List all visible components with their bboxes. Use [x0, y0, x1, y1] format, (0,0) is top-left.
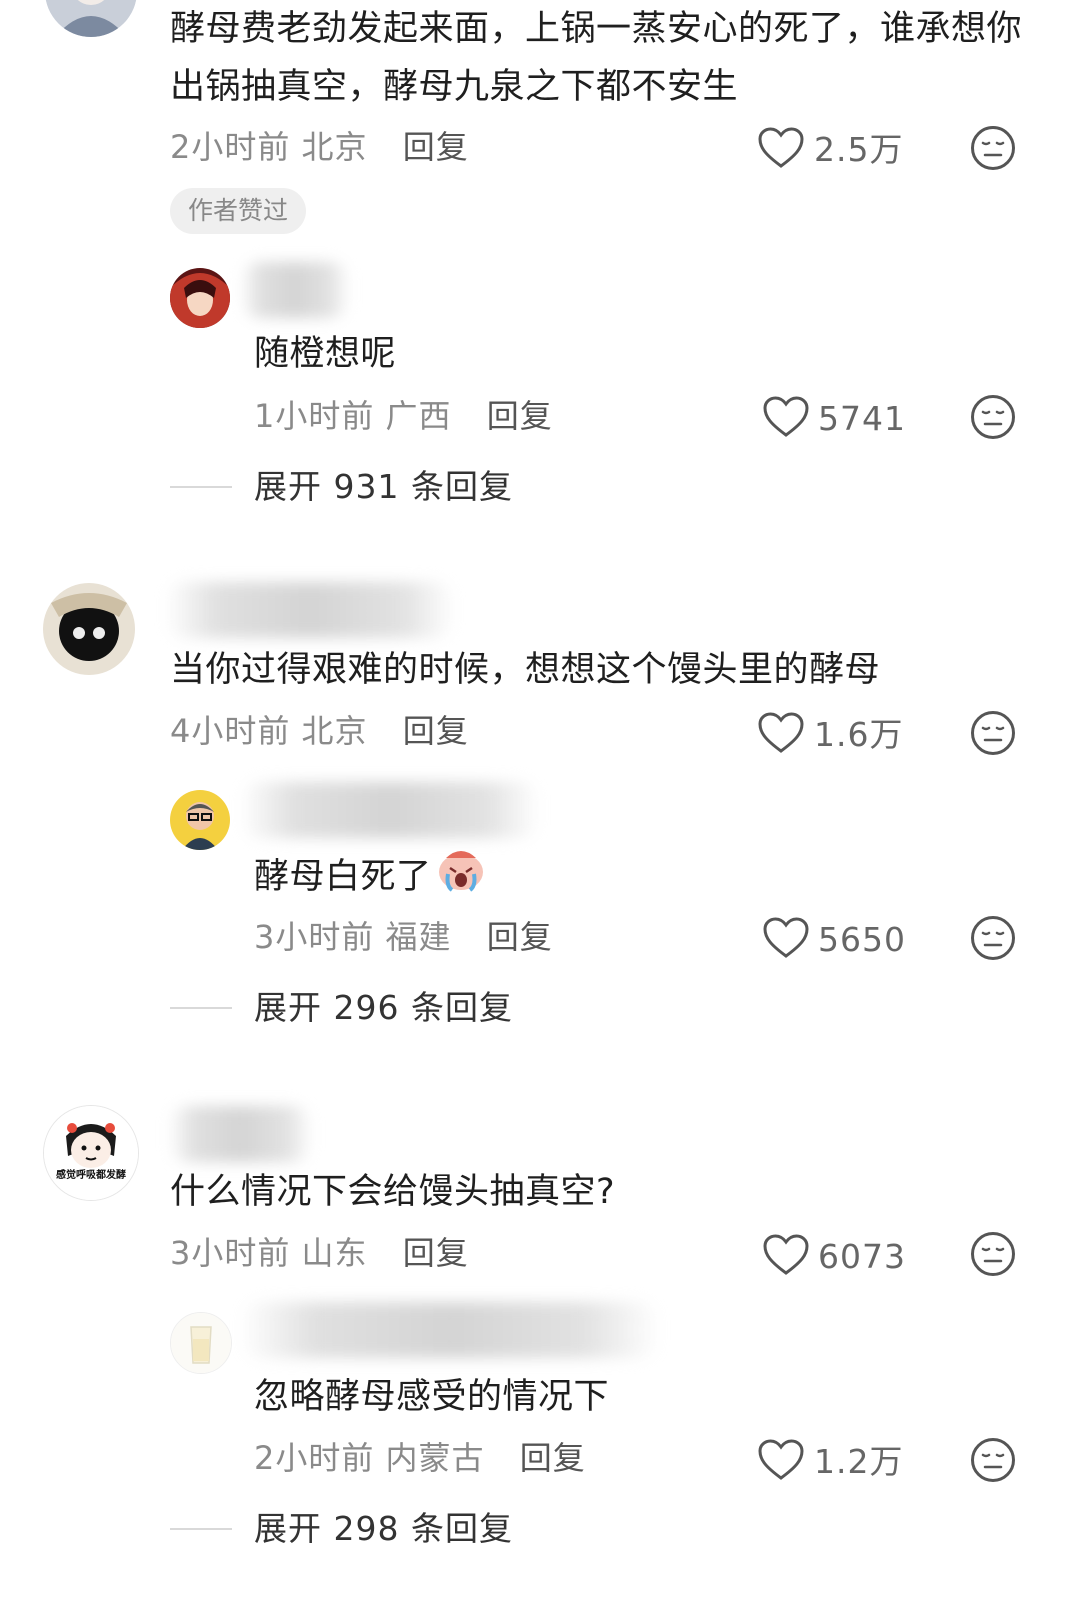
- comment-time: 3小时前: [170, 1234, 291, 1272]
- avatar[interactable]: [45, 0, 137, 37]
- avatar[interactable]: 感觉呼吸都发酵: [43, 1105, 139, 1201]
- avatar[interactable]: [43, 583, 135, 675]
- like-count: 1.2万: [814, 1442, 904, 1481]
- divider: [170, 1007, 232, 1009]
- reply-button[interactable]: 回复: [403, 128, 469, 166]
- comment-location: 山东: [301, 1234, 368, 1272]
- heart-outline-icon[interactable]: [763, 1234, 809, 1280]
- comment-location: 北京: [301, 128, 368, 166]
- reply-time: 1小时前: [254, 397, 375, 435]
- like-count: 5741: [818, 399, 906, 438]
- meh-face-icon[interactable]: [970, 1231, 1016, 1281]
- reply-button[interactable]: 回复: [520, 1439, 586, 1477]
- heart-outline-icon[interactable]: [758, 712, 804, 758]
- reply-time: 3小时前: [254, 918, 375, 956]
- avatar[interactable]: [170, 1312, 232, 1374]
- avatar[interactable]: [170, 268, 230, 328]
- reply-meta: 1小时前 广西 回复: [254, 396, 553, 436]
- username-blurred: [240, 782, 540, 838]
- comment-time: 4小时前: [170, 712, 291, 750]
- username-blurred: [165, 582, 455, 638]
- divider: [170, 486, 232, 488]
- comment-text: 酵母费老劲发起来面，上锅一蒸安心的死了，谁承想你出锅抽真空，酵母九泉之下都不安生: [170, 9, 1023, 107]
- heart-outline-icon[interactable]: [758, 1439, 804, 1485]
- username-blurred: [168, 1106, 313, 1162]
- reply-location: 内蒙古: [385, 1439, 485, 1477]
- like-count: 2.5万: [814, 130, 904, 169]
- like-count: 1.6万: [814, 715, 904, 754]
- meh-face-icon[interactable]: [970, 710, 1016, 760]
- comment-meta: 4小时前 北京 回复: [170, 711, 469, 751]
- username-blurred: [240, 262, 350, 318]
- heart-outline-icon[interactable]: [763, 396, 809, 442]
- reply-location: 福建: [385, 918, 452, 956]
- like-count: 6073: [818, 1237, 906, 1276]
- heart-outline-icon[interactable]: [758, 127, 804, 173]
- comment-text: 当你过得艰难的时候，想想这个馒头里的酵母: [170, 650, 881, 690]
- like-count: 5650: [818, 920, 906, 959]
- expand-replies-button[interactable]: 展开 296 条回复: [254, 988, 513, 1028]
- reply-location: 广西: [385, 397, 452, 435]
- reply-text: 酵母白死了: [254, 846, 486, 910]
- reply-button[interactable]: 回复: [403, 1234, 469, 1272]
- reply-button[interactable]: 回复: [487, 397, 553, 435]
- meh-face-icon[interactable]: [970, 915, 1016, 965]
- expand-replies-button[interactable]: 展开 931 条回复: [254, 467, 513, 507]
- reply-button[interactable]: 回复: [487, 918, 553, 956]
- divider: [170, 1528, 232, 1530]
- reply-text: 忽略酵母感受的情况下: [254, 1377, 610, 1417]
- comment-meta: 2小时前 北京 回复: [170, 127, 469, 167]
- crying-face-emoji: [436, 846, 486, 910]
- heart-outline-icon[interactable]: [763, 917, 809, 963]
- reply-meta: 3小时前 福建 回复: [254, 917, 553, 957]
- meh-face-icon[interactable]: [970, 1437, 1016, 1487]
- comment-location: 北京: [301, 712, 368, 750]
- meh-face-icon[interactable]: [970, 394, 1016, 444]
- comment-meta: 3小时前 山东 回复: [170, 1233, 469, 1273]
- avatar[interactable]: [170, 790, 230, 850]
- expand-replies-button[interactable]: 展开 298 条回复: [254, 1509, 513, 1549]
- author-liked-badge: 作者赞过: [170, 188, 307, 234]
- comment-text: 什么情况下会给馒头抽真空?: [170, 1172, 616, 1212]
- username-blurred: [240, 1302, 660, 1358]
- reply-text-content: 酵母白死了: [254, 857, 432, 897]
- reply-time: 2小时前: [254, 1439, 375, 1477]
- reply-button[interactable]: 回复: [403, 712, 469, 750]
- comment-time: 2小时前: [170, 128, 291, 166]
- reply-text: 随橙想呢: [254, 334, 397, 374]
- reply-meta: 2小时前 内蒙古 回复: [254, 1438, 586, 1478]
- avatar-caption: 感觉呼吸都发酵: [56, 1170, 126, 1181]
- meh-face-icon[interactable]: [970, 125, 1016, 175]
